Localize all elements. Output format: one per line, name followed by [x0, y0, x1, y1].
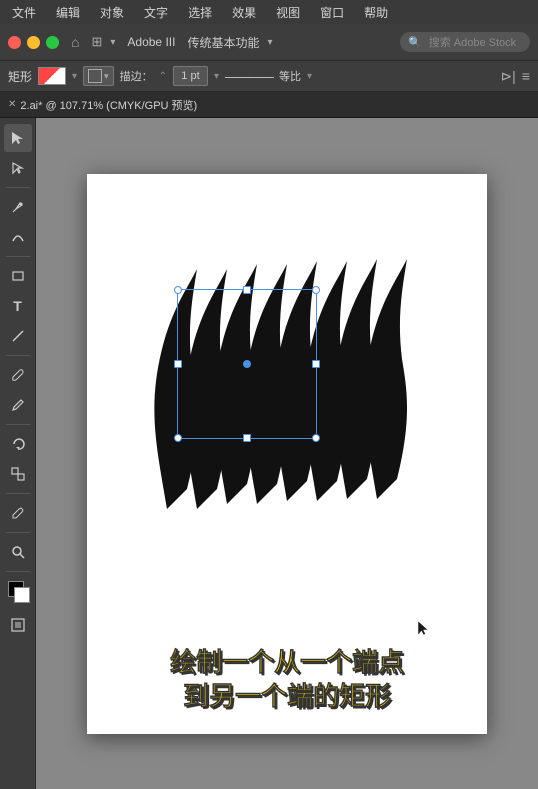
- menu-help[interactable]: 帮助: [360, 2, 392, 23]
- tool-curvature[interactable]: [4, 223, 32, 251]
- toolbar-separator-4: [6, 424, 30, 425]
- ratio-label: 等比: [279, 68, 301, 84]
- stroke-dropdown-arrow[interactable]: ▾: [72, 71, 77, 82]
- workspace-mode-arrow[interactable]: ▾: [267, 37, 272, 48]
- layout-dropdown-arrow[interactable]: ▾: [110, 37, 115, 48]
- workspace-label: Adobe III: [127, 35, 175, 49]
- menu-window[interactable]: 窗口: [316, 2, 348, 23]
- tool-direct-selection[interactable]: [4, 154, 32, 182]
- line-style-box[interactable]: ————: [225, 69, 273, 84]
- options-bar: 矩形 ▾ ▾ 描边： ⌃ 1 pt ▾ ———— 等比 ▾ ⊳| ≡: [0, 60, 538, 92]
- maximize-button[interactable]: [46, 36, 59, 49]
- doc-tab-close-button[interactable]: ✕: [8, 99, 16, 110]
- canvas-paper: 绘制一个从一个端点 到另一个端的矩形: [87, 174, 487, 734]
- tool-paintbrush[interactable]: [4, 361, 32, 389]
- annotation-line1: 绘制一个从一个端点: [87, 646, 487, 680]
- menu-effect[interactable]: 效果: [228, 2, 260, 23]
- main-area: T: [0, 118, 538, 789]
- minimize-button[interactable]: [27, 36, 40, 49]
- fill-stroke-indicator[interactable]: [4, 577, 32, 609]
- toolbar: T: [0, 118, 36, 789]
- tool-type[interactable]: T: [4, 292, 32, 320]
- stroke-width-value[interactable]: 1 pt: [173, 66, 208, 86]
- stroke-spin-up[interactable]: ⌃: [159, 71, 167, 82]
- tool-rectangle[interactable]: [4, 262, 32, 290]
- title-bar: ⌂ ⊞ ▾ Adobe III 传统基本功能 ▾ 🔍 搜索 Adobe Stoc…: [0, 24, 538, 60]
- annotation-text: 绘制一个从一个端点 到另一个端的矩形: [87, 646, 487, 714]
- menu-select[interactable]: 选择: [184, 2, 216, 23]
- toolbar-separator-7: [6, 571, 30, 572]
- cursor-arrow: [416, 619, 432, 644]
- stroke-color-preview[interactable]: [38, 67, 66, 85]
- menu-text[interactable]: 文字: [140, 2, 172, 23]
- fill-icon: [88, 69, 102, 83]
- stroke-label: 描边：: [120, 68, 153, 84]
- close-button[interactable]: [8, 36, 21, 49]
- tool-pencil[interactable]: [4, 391, 32, 419]
- search-icon: 🔍: [408, 36, 422, 49]
- window-controls: [8, 36, 59, 49]
- toolbar-separator-2: [6, 256, 30, 257]
- ratio-dropdown-arrow[interactable]: ▾: [307, 71, 312, 82]
- tool-eyedropper[interactable]: [4, 499, 32, 527]
- tool-scale[interactable]: [4, 460, 32, 488]
- menu-view[interactable]: 视图: [272, 2, 304, 23]
- toolbar-separator-6: [6, 532, 30, 533]
- more-options-icon[interactable]: ≡: [522, 68, 530, 84]
- toolbar-separator-1: [6, 187, 30, 188]
- stroke-unit-dropdown[interactable]: ▾: [214, 71, 219, 82]
- artwork-svg: [107, 224, 467, 534]
- layout-grid-icon[interactable]: ⊞: [91, 34, 102, 50]
- fill-dropdown[interactable]: ▾: [83, 66, 114, 86]
- workspace-mode-label: 传统基本功能: [187, 34, 259, 51]
- tool-selection[interactable]: [4, 124, 32, 152]
- tool-pen[interactable]: [4, 193, 32, 221]
- menu-edit[interactable]: 编辑: [52, 2, 84, 23]
- doc-tab-bar: ✕ 2.ai* @ 107.71% (CMYK/GPU 预览): [0, 92, 538, 118]
- menu-bar: 文件 编辑 对象 文字 选择 效果 视图 窗口 帮助: [0, 0, 538, 24]
- search-box[interactable]: 🔍 搜索 Adobe Stock: [400, 32, 530, 52]
- tool-line[interactable]: [4, 322, 32, 350]
- align-icon[interactable]: ⊳|: [500, 68, 515, 85]
- home-icon[interactable]: ⌂: [71, 34, 79, 50]
- tool-label: 矩形: [8, 68, 32, 85]
- tool-change-screen[interactable]: [4, 611, 32, 639]
- fill-arrow: ▾: [104, 71, 109, 82]
- menu-object[interactable]: 对象: [96, 2, 128, 23]
- toolbar-separator-5: [6, 493, 30, 494]
- menu-file[interactable]: 文件: [8, 2, 40, 23]
- annotation-line2: 到另一个端的矩形: [87, 680, 487, 714]
- doc-tab-name: 2.ai* @ 107.71% (CMYK/GPU 预览): [20, 97, 197, 113]
- tool-zoom[interactable]: [4, 538, 32, 566]
- canvas-area[interactable]: 绘制一个从一个端点 到另一个端的矩形: [36, 118, 538, 789]
- search-placeholder: 搜索 Adobe Stock: [429, 34, 516, 50]
- tool-rotate[interactable]: [4, 430, 32, 458]
- toolbar-separator-3: [6, 355, 30, 356]
